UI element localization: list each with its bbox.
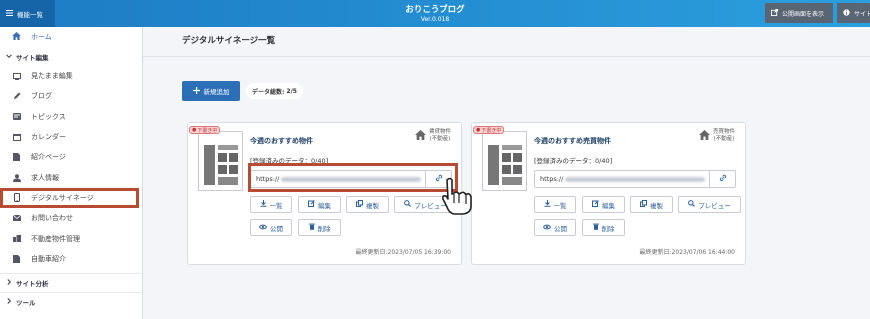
edit-icon — [308, 200, 315, 209]
draft-dot-icon: ● — [476, 127, 481, 133]
monitor-icon — [12, 72, 21, 80]
copy-icon — [356, 200, 363, 209]
blurred-url — [565, 176, 706, 182]
pencil-icon — [12, 92, 21, 100]
sidebar: ホーム サイト編集 見たまま編集 ブログ トピックス カレンダー 紹介ページ 求… — [0, 27, 143, 319]
car-icon — [12, 254, 21, 263]
chevron-right-icon — [6, 279, 12, 287]
last-updated: 最終更新日:2023/07/05 16:39:00 — [355, 249, 451, 256]
version-label: Ver.0.018 — [420, 16, 450, 23]
external-link-icon — [771, 8, 778, 18]
signage-thumbnail — [198, 131, 243, 191]
eye-icon — [542, 224, 552, 232]
delete-button[interactable]: 削除 — [298, 219, 341, 236]
site-brand: おりこうブログ Ver.0.018 — [0, 3, 870, 23]
calendar-icon — [12, 133, 21, 142]
copy-icon — [640, 200, 647, 209]
top-bar: 機能一覧 おりこうブログ Ver.0.018 公開画面を表示 サイト — [0, 0, 870, 27]
edit-icon — [592, 200, 599, 209]
publish-button[interactable]: 公開 — [250, 219, 292, 236]
house-icon — [698, 130, 710, 142]
url-field[interactable]: https:// — [534, 170, 736, 188]
site-title: おりこうブログ — [405, 5, 465, 15]
sidebar-item-jobs[interactable]: 求人情報 — [0, 167, 142, 187]
signage-thumbnail — [482, 131, 527, 191]
info-icon — [843, 8, 850, 18]
signage-card: ● 下書き中 今週のおすすめ売買物件 売買物件 (不動産) [登録済みのデータ：0/… — [471, 122, 746, 265]
card-title: 今週のおすすめ物件 — [250, 137, 313, 145]
registered-count: [登録済みのデータ：0/40] — [534, 157, 613, 165]
publish-button[interactable]: 公開 — [534, 219, 576, 236]
sidebar-section-site-edit[interactable]: サイト編集 — [0, 47, 142, 66]
duplicate-button[interactable]: 複製 — [346, 196, 389, 213]
hamburger-icon — [6, 9, 13, 18]
add-new-button[interactable]: 新規追加 — [182, 81, 240, 101]
building-icon — [12, 235, 21, 243]
sidebar-item-cars[interactable]: 自動車紹介 — [0, 249, 142, 269]
eye-icon — [258, 224, 268, 232]
sidebar-item-contact[interactable]: お問い合わせ — [0, 208, 142, 228]
chevron-down-icon — [6, 53, 12, 61]
card-title: 今週のおすすめ売買物件 — [534, 137, 611, 145]
chevron-right-icon — [6, 298, 12, 306]
list-button[interactable]: 一覧 — [534, 196, 576, 213]
sidebar-item-calendar[interactable]: カレンダー — [0, 127, 142, 147]
envelope-icon — [12, 215, 21, 222]
title-divider — [143, 56, 870, 57]
download-icon — [544, 200, 551, 209]
plus-icon — [192, 86, 200, 96]
draft-badge: ● 下書き中 — [473, 126, 505, 134]
download-icon — [260, 200, 267, 209]
trash-icon — [592, 223, 599, 232]
preview-button[interactable]: プレビュー — [678, 196, 741, 213]
duplicate-button[interactable]: 複製 — [630, 196, 673, 213]
sidebar-item-blog[interactable]: ブログ — [0, 86, 142, 106]
menu-button[interactable]: 機能一覧 — [0, 0, 55, 27]
copy-link-button[interactable] — [709, 171, 735, 187]
edit-button[interactable]: 編集 — [582, 196, 625, 213]
sidebar-item-intro-page[interactable]: 紹介ページ — [0, 147, 142, 167]
page-icon — [12, 153, 21, 162]
sidebar-item-digital-signage[interactable]: デジタルサイネージ — [0, 187, 139, 209]
menu-label: 機能一覧 — [17, 10, 43, 19]
search-icon — [404, 200, 412, 209]
page-title: デジタルサイネージ一覧 — [182, 36, 276, 46]
draft-badge: ● 下書き中 — [189, 126, 221, 134]
link-icon — [719, 174, 727, 184]
sidebar-item-real-estate[interactable]: 不動産物件管理 — [0, 228, 142, 248]
site-button[interactable]: サイト — [837, 3, 870, 23]
edit-button[interactable]: 編集 — [298, 196, 341, 213]
sidebar-section-tools[interactable]: ツール — [0, 291, 142, 311]
sidebar-item-wysiwyg[interactable]: 見たまま編集 — [0, 66, 142, 86]
category-label: 売買物件 (不動産) — [698, 129, 735, 143]
tablet-icon — [12, 193, 21, 203]
url-highlight-frame — [248, 163, 458, 192]
last-updated: 最終更新日:2023/07/06 16:44:00 — [639, 249, 735, 256]
house-icon — [414, 130, 426, 142]
home-icon — [12, 32, 21, 42]
signage-card: ● 下書き中 今週のおすすめ物件 賃貸物件 (不動産) [登録済みのデータ：0/40… — [187, 122, 462, 265]
trash-icon — [308, 223, 315, 232]
sidebar-item-topics[interactable]: トピックス — [0, 107, 142, 127]
data-count-badge: データ総数: 2/5 — [246, 83, 303, 99]
sidebar-item-home[interactable]: ホーム — [0, 27, 142, 47]
search-icon — [688, 200, 696, 209]
topics-icon — [12, 113, 21, 121]
pointer-hand-icon — [442, 177, 472, 215]
draft-dot-icon: ● — [192, 127, 197, 133]
category-label: 賃貸物件 (不動産) — [414, 129, 451, 143]
delete-button[interactable]: 削除 — [582, 219, 625, 236]
sidebar-section-analytics[interactable]: サイト分析 — [0, 272, 142, 292]
list-button[interactable]: 一覧 — [250, 196, 292, 213]
person-icon — [12, 173, 21, 182]
view-public-button[interactable]: 公開画面を表示 — [765, 3, 833, 23]
